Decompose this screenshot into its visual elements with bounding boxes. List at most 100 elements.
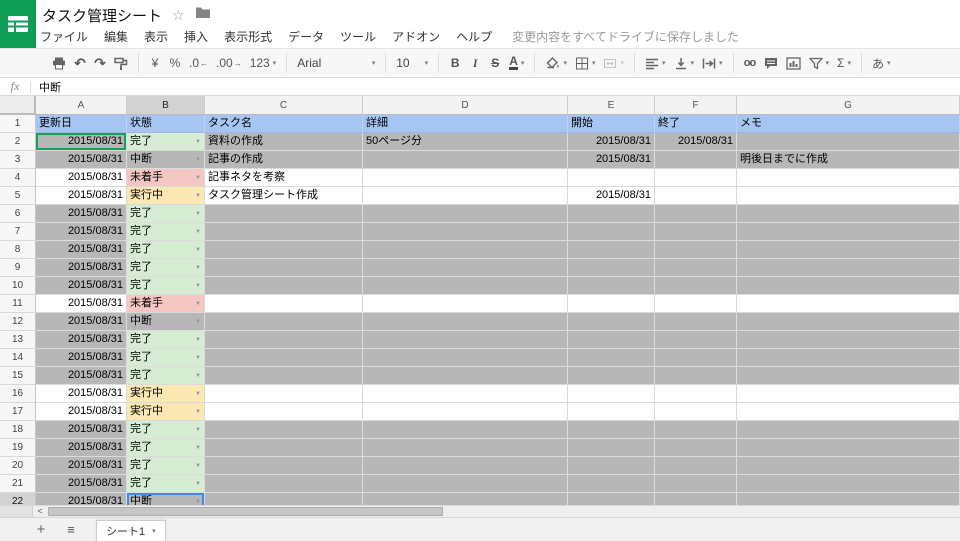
cell-D2[interactable]: 50ページ分: [363, 133, 568, 151]
strikethrough-button[interactable]: S: [485, 52, 505, 74]
menu-data[interactable]: データ: [288, 28, 324, 45]
paint-format-button[interactable]: [110, 52, 132, 74]
status-dropdown-icon[interactable]: ▼: [195, 336, 201, 344]
cell-E12[interactable]: [568, 313, 655, 331]
cell-F10[interactable]: [655, 277, 737, 295]
cell-C19[interactable]: [205, 439, 363, 457]
row-header-1[interactable]: 1: [0, 115, 36, 133]
status-dropdown-icon[interactable]: ▼: [195, 156, 201, 164]
cell-F8[interactable]: [655, 241, 737, 259]
cell-C1[interactable]: タスク名: [205, 115, 363, 133]
row-header-17[interactable]: 17: [0, 403, 36, 421]
column-header-E[interactable]: E: [568, 96, 655, 115]
cell-C11[interactable]: [205, 295, 363, 313]
cell-G19[interactable]: [737, 439, 960, 457]
row-header-8[interactable]: 8: [0, 241, 36, 259]
status-dropdown-icon[interactable]: ▼: [195, 138, 201, 146]
all-sheets-icon[interactable]: ≡: [60, 522, 82, 537]
cell-A13[interactable]: 2015/08/31: [36, 331, 127, 349]
cell-D11[interactable]: [363, 295, 568, 313]
cell-E4[interactable]: [568, 169, 655, 187]
cell-B4[interactable]: 未着手▼: [127, 169, 205, 187]
cell-G18[interactable]: [737, 421, 960, 439]
insert-link-button[interactable]: oo: [740, 52, 760, 74]
cell-A5[interactable]: 2015/08/31: [36, 187, 127, 205]
row-header-10[interactable]: 10: [0, 277, 36, 295]
cell-G1[interactable]: メモ: [737, 115, 960, 133]
cell-G8[interactable]: [737, 241, 960, 259]
cell-F16[interactable]: [655, 385, 737, 403]
cell-B10[interactable]: 完了▼: [127, 277, 205, 295]
cell-F14[interactable]: [655, 349, 737, 367]
cell-C14[interactable]: [205, 349, 363, 367]
cell-B21[interactable]: 完了▼: [127, 475, 205, 493]
number-format-button[interactable]: 123▾: [246, 52, 281, 74]
cell-B7[interactable]: 完了▼: [127, 223, 205, 241]
cell-F4[interactable]: [655, 169, 737, 187]
cell-A9[interactable]: 2015/08/31: [36, 259, 127, 277]
text-wrap-button[interactable]: ▾: [698, 52, 727, 74]
input-tools-button[interactable]: あ▾: [868, 52, 895, 74]
undo-button[interactable]: ↶: [70, 52, 90, 74]
filter-button[interactable]: ▾: [805, 52, 834, 74]
cell-F7[interactable]: [655, 223, 737, 241]
cell-D13[interactable]: [363, 331, 568, 349]
row-header-3[interactable]: 3: [0, 151, 36, 169]
fill-color-button[interactable]: ▾: [541, 52, 571, 74]
cell-A4[interactable]: 2015/08/31: [36, 169, 127, 187]
cell-C22[interactable]: [205, 493, 363, 505]
menu-view[interactable]: 表示: [144, 28, 168, 45]
status-dropdown-icon[interactable]: ▼: [195, 426, 201, 434]
cell-F17[interactable]: [655, 403, 737, 421]
cell-C18[interactable]: [205, 421, 363, 439]
cell-F19[interactable]: [655, 439, 737, 457]
menu-tools[interactable]: ツール: [340, 28, 376, 45]
menu-insert[interactable]: 挿入: [184, 28, 208, 45]
cell-F5[interactable]: [655, 187, 737, 205]
redo-button[interactable]: ↷: [90, 52, 110, 74]
cell-A10[interactable]: 2015/08/31: [36, 277, 127, 295]
insert-comment-button[interactable]: [760, 52, 782, 74]
cell-C8[interactable]: [205, 241, 363, 259]
cell-F15[interactable]: [655, 367, 737, 385]
cell-D4[interactable]: [363, 169, 568, 187]
cell-B9[interactable]: 完了▼: [127, 259, 205, 277]
cell-E14[interactable]: [568, 349, 655, 367]
cell-B22[interactable]: 中断▼: [127, 493, 205, 505]
row-header-20[interactable]: 20: [0, 457, 36, 475]
cell-A3[interactable]: 2015/08/31: [36, 151, 127, 169]
cell-F12[interactable]: [655, 313, 737, 331]
cell-G9[interactable]: [737, 259, 960, 277]
cell-B17[interactable]: 実行中▼: [127, 403, 205, 421]
cell-E6[interactable]: [568, 205, 655, 223]
bold-button[interactable]: B: [445, 52, 465, 74]
cell-C10[interactable]: [205, 277, 363, 295]
star-icon[interactable]: ☆: [172, 8, 185, 22]
cell-A22[interactable]: 2015/08/31: [36, 493, 127, 505]
column-header-C[interactable]: C: [205, 96, 363, 115]
cell-D19[interactable]: [363, 439, 568, 457]
cell-A18[interactable]: 2015/08/31: [36, 421, 127, 439]
cell-F18[interactable]: [655, 421, 737, 439]
text-color-button[interactable]: A▾: [505, 52, 528, 74]
cell-G16[interactable]: [737, 385, 960, 403]
cell-G14[interactable]: [737, 349, 960, 367]
cell-E21[interactable]: [568, 475, 655, 493]
cell-F6[interactable]: [655, 205, 737, 223]
cell-F3[interactable]: [655, 151, 737, 169]
borders-button[interactable]: ▾: [571, 52, 600, 74]
cell-D12[interactable]: [363, 313, 568, 331]
cell-G7[interactable]: [737, 223, 960, 241]
column-header-G[interactable]: G: [737, 96, 960, 115]
cell-G4[interactable]: [737, 169, 960, 187]
row-header-9[interactable]: 9: [0, 259, 36, 277]
cell-C15[interactable]: [205, 367, 363, 385]
cell-B14[interactable]: 完了▼: [127, 349, 205, 367]
cell-A6[interactable]: 2015/08/31: [36, 205, 127, 223]
cell-D18[interactable]: [363, 421, 568, 439]
cell-B2[interactable]: 完了▼: [127, 133, 205, 151]
status-dropdown-icon[interactable]: ▼: [195, 264, 201, 272]
cell-G11[interactable]: [737, 295, 960, 313]
document-title[interactable]: タスク管理シート: [42, 5, 162, 26]
cell-D10[interactable]: [363, 277, 568, 295]
